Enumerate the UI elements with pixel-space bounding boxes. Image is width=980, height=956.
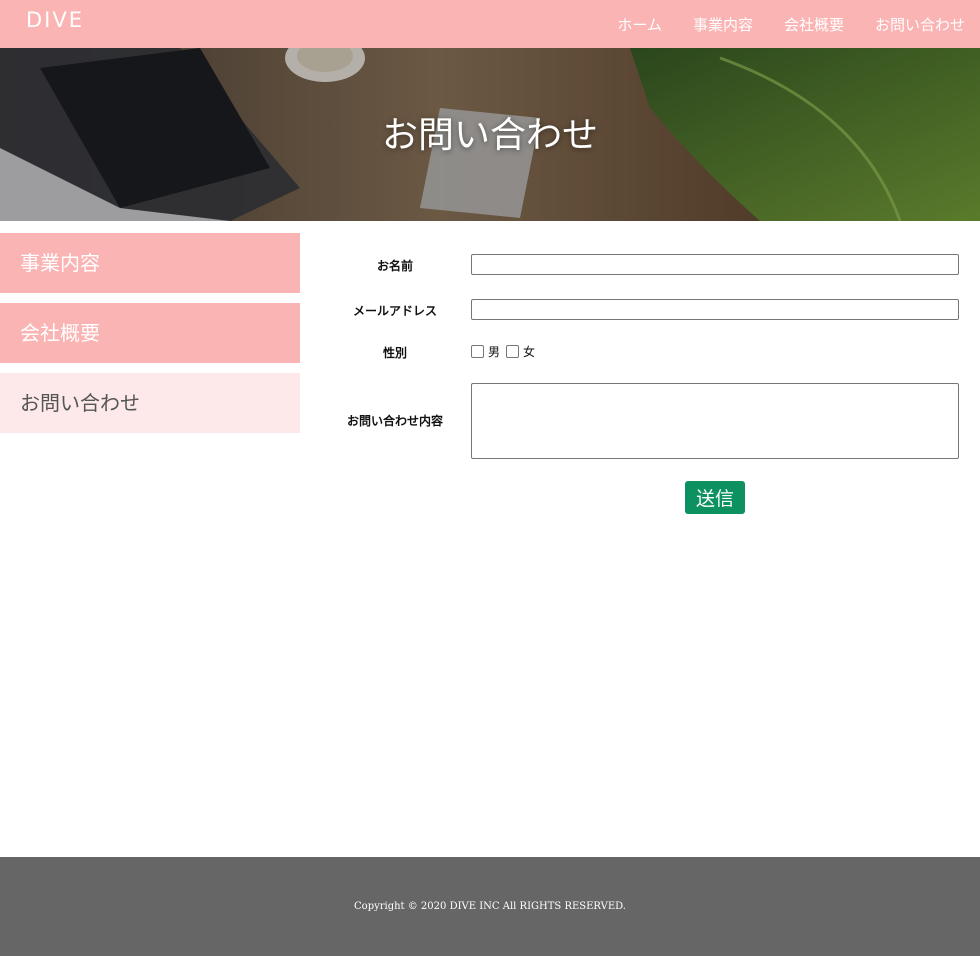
email-label: メールアドレス [352,304,437,318]
nav-business[interactable]: 事業内容 [693,14,753,35]
gender-male-label: 男 [488,345,501,359]
site-header: DIVE ホーム 事業内容 会社概要 お問い合わせ [0,0,980,48]
gender-male-checkbox[interactable] [471,345,484,358]
sidebar: 事業内容 会社概要 お問い合わせ [0,233,300,443]
name-label: お名前 [376,259,413,273]
sidebar-item-company[interactable]: 会社概要 [0,303,300,363]
email-input[interactable] [471,299,959,320]
nav-contact[interactable]: お問い合わせ [875,14,965,35]
submit-button[interactable]: 送信 [685,481,745,514]
nav-home[interactable]: ホーム [617,14,662,35]
gender-female-checkbox[interactable] [506,345,520,358]
gender-label: 性別 [382,346,407,360]
nav-company[interactable]: 会社概要 [784,14,844,35]
gender-female-label: 女 [523,345,536,359]
message-textarea[interactable] [471,383,959,459]
name-input[interactable] [471,254,959,275]
main-nav: ホーム 事業内容 会社概要 お問い合わせ [586,0,965,48]
copyright-text: Copyright © 2020 DIVE INC All RIGHTS RES… [354,901,626,912]
message-label: お問い合わせ内容 [346,414,443,428]
sidebar-item-contact[interactable]: お問い合わせ [0,373,300,433]
site-logo[interactable]: DIVE [26,8,84,32]
hero-banner: お問い合わせ [0,48,980,221]
page-title: お問い合わせ [381,115,598,156]
site-footer: Copyright © 2020 DIVE INC All RIGHTS RES… [0,857,980,956]
sidebar-item-business[interactable]: 事業内容 [0,233,300,293]
